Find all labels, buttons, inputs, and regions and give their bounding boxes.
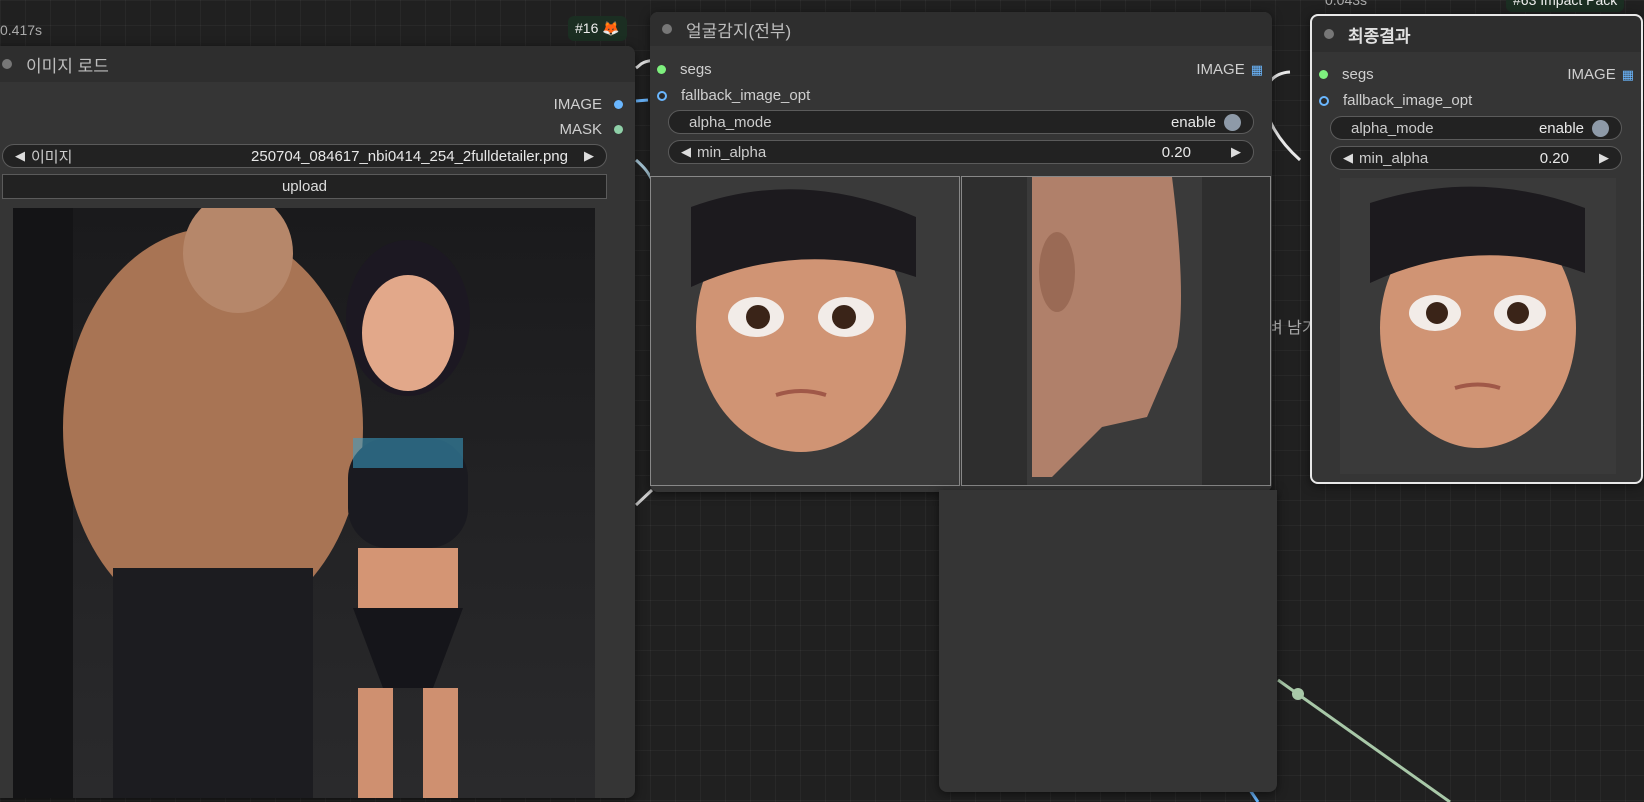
alpha-mode-toggle[interactable]: alpha_mode enable [668,110,1254,134]
widget-label: 이미지 [31,148,73,166]
widget-value: enable [1170,113,1216,131]
arrow-right-icon[interactable]: ▶ [1599,150,1609,166]
upload-label: upload [281,178,328,195]
collapse-dot-icon[interactable] [2,59,12,69]
fox-icon: 🦊 [602,20,620,36]
arrow-right-icon[interactable]: ▶ [584,148,594,164]
widget-value: 0.20 [1539,149,1569,167]
node-title-bar[interactable]: 이미지 로드 [0,46,635,82]
widget-value: 250704_084617_nbi0414_254_2fulldetailer.… [251,147,568,165]
arrow-left-icon[interactable]: ◀ [681,144,691,160]
exec-time-left: 0.417s [0,22,43,38]
input-socket-icon[interactable] [657,90,667,101]
arrow-left-icon[interactable]: ◀ [1343,150,1353,166]
output-image[interactable]: IMAGE ▦ [1567,66,1634,83]
profile-illustration [1027,177,1202,485]
input-socket-icon[interactable] [1319,95,1329,106]
input-segs[interactable]: segs [657,61,712,78]
node-id-badge-right: #63 Impact Pack [1506,0,1625,12]
link-wire [635,98,649,103]
min-alpha-number[interactable]: ◀ min_alpha 0.20 ▶ [668,140,1254,164]
face-illustration [1370,186,1585,448]
node-title: 얼굴감지(전부) [686,21,792,41]
link-reroute-point [1292,688,1304,700]
collapse-dot-icon[interactable] [1324,29,1334,39]
upload-button[interactable]: upload [2,174,607,199]
node-final-result[interactable]: 최종결과 segs fallback_image_opt IMAGE ▦ alp… [1310,14,1643,484]
output-label: IMAGE [1567,66,1616,83]
node-load-image[interactable]: 이미지 로드 IMAGE MASK ◀ 이미지 250704_084617_nb… [0,46,635,798]
node-empty-panel[interactable] [939,490,1277,792]
output-socket-icon[interactable] [614,100,623,109]
grid-icon[interactable]: ▦ [1622,67,1634,83]
preview-illustration [13,208,470,798]
arrow-right-icon[interactable]: ▶ [1231,144,1241,160]
output-socket-icon[interactable] [614,125,623,134]
output-mask[interactable]: MASK [559,121,623,138]
input-label: segs [1342,66,1374,83]
node-id-badge-left: #16 🦊 [568,16,627,41]
grid-icon[interactable]: ▦ [1251,62,1263,78]
input-socket-icon[interactable] [657,65,666,74]
node-title-bar[interactable]: 얼굴감지(전부) [650,12,1272,46]
widget-label: alpha_mode [689,113,772,131]
image-select-combo[interactable]: ◀ 이미지 250704_084617_nbi0414_254_2fulldet… [2,144,607,168]
image-preview [13,208,595,798]
segment-preview-face [650,176,960,486]
node-title-bar[interactable]: 최종결과 [1312,16,1641,52]
arrow-left-icon[interactable]: ◀ [15,148,25,164]
node-face-detect[interactable]: 얼굴감지(전부) segs fallback_image_opt IMAGE ▦… [650,12,1272,492]
link-wire [634,488,654,507]
link-wire [1277,678,1451,802]
widget-label: min_alpha [697,143,767,161]
node-title: 이미지 로드 [26,56,109,76]
toggle-knob-icon[interactable] [1224,113,1241,131]
output-label: IMAGE [553,96,602,113]
widget-label: min_alpha [1359,149,1429,167]
output-image[interactable]: IMAGE [554,96,623,113]
input-socket-icon[interactable] [1319,70,1328,79]
input-fallback-image[interactable]: fallback_image_opt [1319,92,1472,109]
input-fallback-image[interactable]: fallback_image_opt [657,87,810,104]
min-alpha-number[interactable]: ◀ min_alpha 0.20 ▶ [1330,146,1622,170]
toggle-knob-icon[interactable] [1592,119,1609,137]
node-id: #16 [575,20,599,36]
segment-preview-profile [961,176,1271,486]
node-id: #63 Impact Pack [1513,0,1618,8]
result-preview [1340,178,1616,474]
output-image[interactable]: IMAGE ▦ [1196,61,1263,78]
widget-label: alpha_mode [1351,119,1434,137]
output-label: MASK [559,121,602,138]
widget-value: 0.20 [1161,143,1191,161]
output-label: IMAGE [1196,61,1245,78]
alpha-mode-toggle[interactable]: alpha_mode enable [1330,116,1622,140]
input-label: fallback_image_opt [681,87,811,104]
face-illustration [691,189,916,452]
input-label: segs [680,61,712,78]
widget-value: enable [1538,119,1584,137]
collapse-dot-icon[interactable] [662,24,672,34]
input-segs[interactable]: segs [1319,66,1374,83]
exec-time-right: 0.043s [1325,0,1368,8]
node-title: 최종결과 [1348,26,1411,46]
input-label: fallback_image_opt [1343,92,1473,109]
